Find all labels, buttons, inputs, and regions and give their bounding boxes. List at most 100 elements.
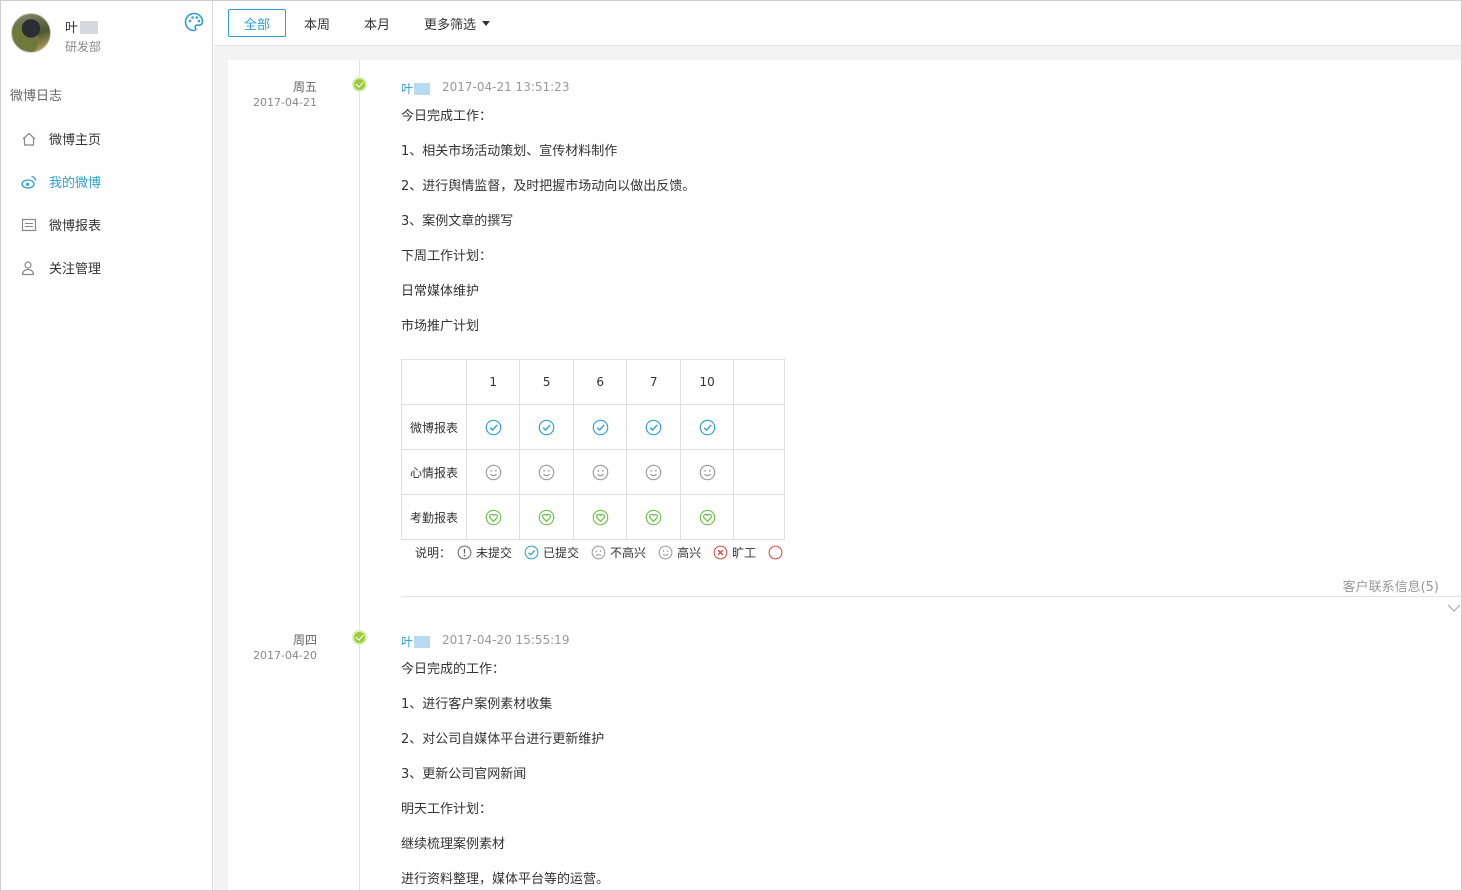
table-cell[interactable] [679, 404, 735, 450]
submitted-check-icon [645, 419, 662, 436]
user-name: 叶 [65, 17, 99, 36]
sidebar: 叶 研发部 微博日志 微博主页 我的微博 微博报表 关注管理 [1, 1, 213, 890]
table-cell[interactable] [572, 449, 628, 495]
filter-all[interactable]: 全部 [228, 9, 287, 37]
sidebar-item-label: 关注管理 [49, 262, 102, 277]
smile-icon [645, 464, 662, 481]
home-icon [21, 131, 37, 147]
heart-icon [699, 509, 716, 526]
avatar[interactable] [11, 13, 51, 53]
filter-this-month[interactable]: 本月 [348, 9, 406, 37]
table-header-cell-overflow [733, 359, 785, 405]
entry-text-line: 明天工作计划： [401, 802, 493, 817]
entry-author-text: 叶 [401, 635, 414, 649]
entry-text-line: 今日完成工作： [401, 109, 493, 124]
legend-item: 未提交 [457, 544, 512, 561]
weibo-icon [21, 174, 37, 190]
user-department: 研发部 [65, 40, 102, 54]
contact-info-link[interactable]: 客户联系信息(5) [1343, 576, 1439, 595]
smile-icon [485, 464, 502, 481]
table-cell[interactable] [465, 449, 521, 495]
entry-author[interactable]: 叶 [401, 80, 431, 97]
table-row: 考勤报表 [401, 494, 785, 540]
table-cell[interactable] [572, 404, 628, 450]
report-icon [21, 217, 37, 233]
user-follow-icon [21, 260, 37, 276]
chevron-down-icon [482, 20, 491, 26]
entry-author[interactable]: 叶 [401, 633, 431, 650]
sidebar-item-label: 微博报表 [49, 219, 102, 234]
legend-label: 高兴 [677, 546, 702, 560]
entry-timestamp: 2017-04-21 13:51:23 [442, 80, 570, 94]
entry-divider [401, 596, 1461, 597]
entry-text-line: 2、对公司自媒体平台进行更新维护 [401, 732, 605, 747]
sidebar-item-label: 微博主页 [49, 133, 102, 148]
legend-item: 高兴 [658, 544, 701, 561]
table-cell[interactable] [679, 449, 735, 495]
table-cell[interactable] [679, 494, 735, 540]
table-cell[interactable] [626, 494, 681, 540]
filter-bar: 全部 本周 本月 更多筛选 [214, 1, 1461, 46]
sidebar-item-report[interactable]: 微博报表 [1, 203, 212, 246]
table-cell[interactable] [465, 404, 521, 450]
filter-this-week[interactable]: 本周 [288, 9, 346, 37]
entry-text-line: 市场推广计划 [401, 319, 480, 334]
legend-prefix: 说明： [415, 546, 452, 560]
table-cell[interactable] [465, 494, 521, 540]
name-mask [80, 21, 99, 34]
absent-x-icon [713, 545, 728, 560]
table-row: 微博报表 [401, 404, 785, 450]
user-name-text: 叶 [65, 21, 79, 36]
name-mask [414, 636, 431, 648]
entry-text-line: 3、更新公司官网新闻 [401, 767, 527, 782]
timeline-line [359, 60, 360, 890]
entry-timestamp: 2017-04-20 15:55:19 [442, 633, 570, 647]
sidebar-item-home[interactable]: 微博主页 [1, 117, 212, 160]
legend-item: 已提交 [524, 544, 579, 561]
name-mask [414, 83, 431, 95]
table-row-label: 微博报表 [401, 404, 467, 450]
sidebar-item-my-weibo[interactable]: 我的微博 [1, 160, 212, 203]
entry-author-text: 叶 [401, 82, 414, 96]
table-cell[interactable] [519, 404, 574, 450]
table-cell[interactable] [626, 449, 681, 495]
legend-label: 旷工 [732, 546, 757, 560]
heart-icon [592, 509, 609, 526]
table-row: 心情报表 [401, 449, 785, 495]
table-cell-overflow [733, 494, 785, 540]
table-cell[interactable] [519, 494, 574, 540]
smile-icon [699, 464, 716, 481]
entry-text-line: 进行资料整理，媒体平台等的运营。 [401, 872, 610, 887]
submitted-check-icon [592, 419, 609, 436]
entry-text-line: 今日完成的工作： [401, 662, 506, 677]
table-corner-cell [401, 359, 467, 405]
table-cell[interactable] [572, 494, 628, 540]
entry-text-line: 3、案例文章的撰写 [401, 214, 514, 229]
sidebar-item-follow[interactable]: 关注管理 [1, 246, 212, 289]
smile-icon [592, 464, 609, 481]
table-cell[interactable] [519, 449, 574, 495]
palette-icon[interactable] [184, 12, 204, 32]
legend-label: 未提交 [476, 546, 513, 560]
entry-text-line: 2、进行舆情监督，及时把握市场动向以做出反馈。 [401, 179, 696, 194]
submitted-check-icon [538, 419, 555, 436]
app-frame: 叶 研发部 微博日志 微博主页 我的微博 微博报表 关注管理 全部 本周 本月 … [0, 0, 1462, 891]
table-header-cell: 10 [679, 359, 735, 405]
legend-item-overflow [768, 545, 785, 560]
table-row: 1 5 6 7 10 [401, 359, 785, 405]
table-cell-overflow [733, 449, 785, 495]
table-header-cell: 6 [572, 359, 628, 405]
timeline-check-icon [352, 630, 367, 645]
chevron-down-icon[interactable] [1447, 603, 1461, 613]
sad-icon [591, 545, 606, 560]
entry-text-line: 日常媒体维护 [401, 284, 480, 299]
filter-more-dropdown[interactable]: 更多筛选 [408, 9, 506, 37]
entry-date: 2017-04-20 [253, 649, 317, 662]
entry-weekday: 周四 [292, 633, 317, 647]
sidebar-nav: 微博主页 我的微博 微博报表 关注管理 [1, 117, 212, 289]
legend-item: 不高兴 [591, 544, 646, 561]
filter-more-label: 更多筛选 [424, 17, 477, 33]
table-cell[interactable] [626, 404, 681, 450]
table-row-label: 考勤报表 [401, 494, 467, 540]
sidebar-item-label: 我的微博 [49, 176, 102, 191]
